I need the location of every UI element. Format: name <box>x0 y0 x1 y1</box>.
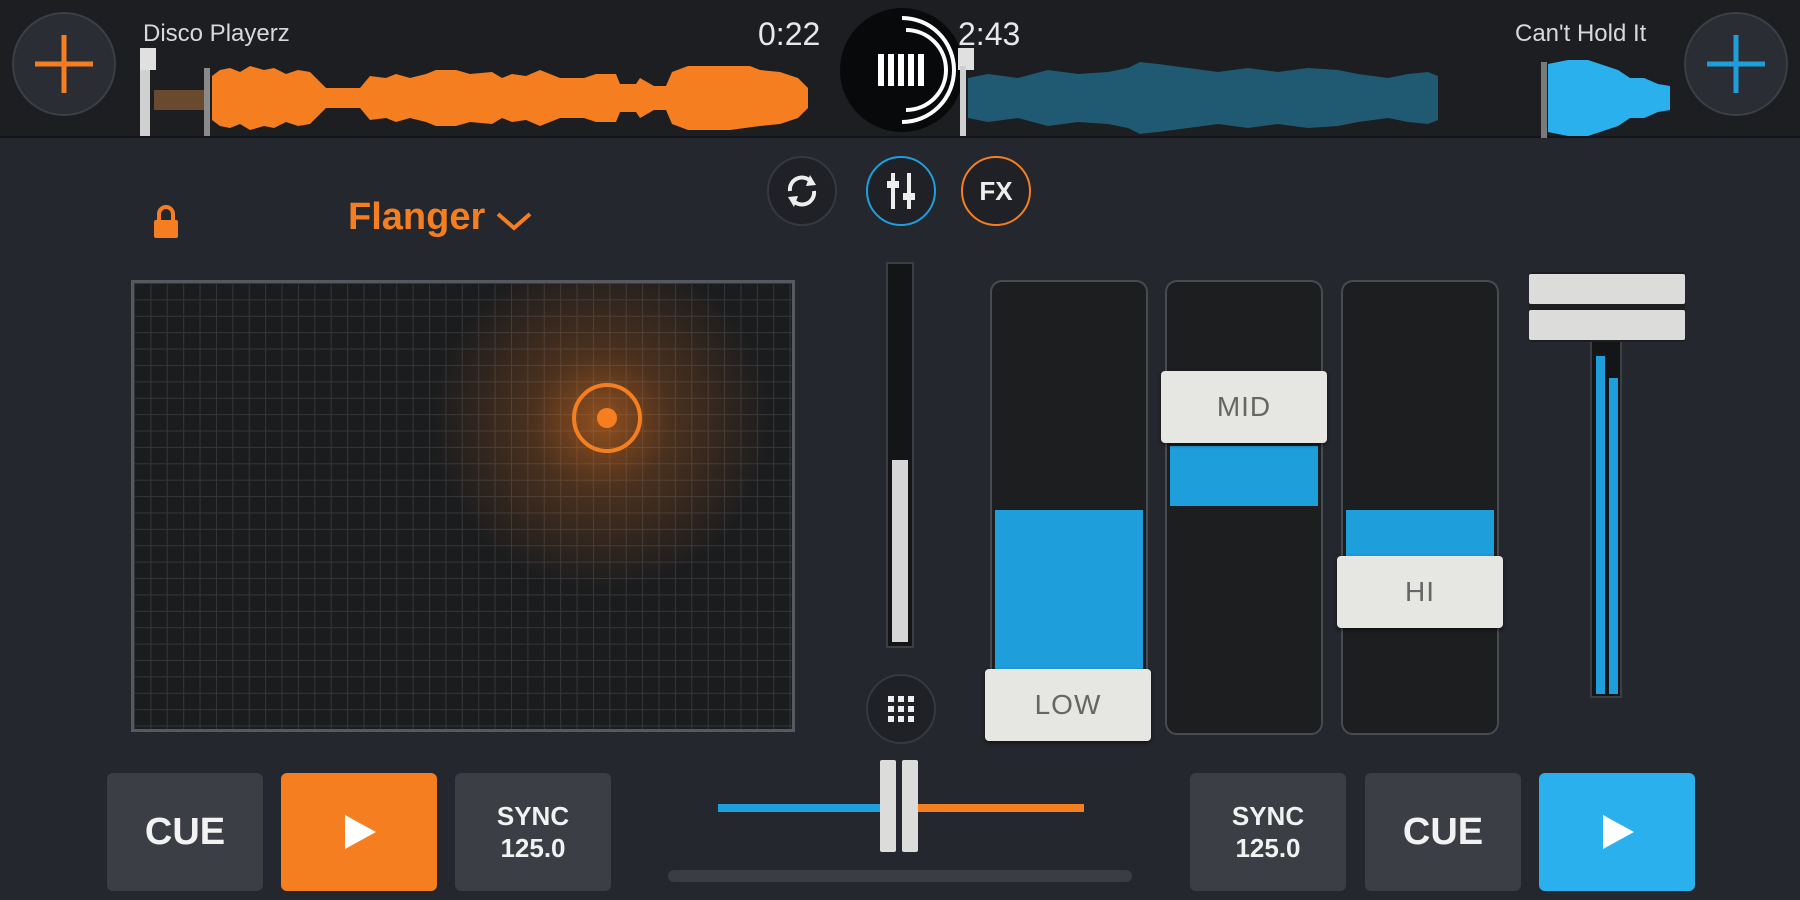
eq-mid-slider[interactable] <box>1165 280 1323 735</box>
sync-loop-icon <box>787 175 817 207</box>
app-logo-icon[interactable] <box>840 8 964 132</box>
crossfader-handle[interactable] <box>880 760 920 852</box>
eq-low-label: LOW <box>1034 689 1102 720</box>
eq-mid-fill <box>1170 446 1318 506</box>
right-track-title: Can't Hold It <box>1515 20 1647 47</box>
volume-fader-handle[interactable] <box>1529 272 1685 342</box>
eq-hi-handle[interactable]: HI <box>1337 556 1503 628</box>
fx-xy-pad[interactable] <box>131 280 795 732</box>
eq-hi-label: HI <box>1405 576 1435 607</box>
effect-selector[interactable]: Flanger <box>348 196 533 239</box>
play-left-button[interactable] <box>281 773 437 891</box>
level-meter-fill <box>892 460 908 642</box>
play-icon <box>345 815 376 849</box>
play-right-button[interactable] <box>1539 773 1695 891</box>
pads-grid-button[interactable] <box>866 674 936 744</box>
crossfader-base <box>668 870 1132 882</box>
sync-right-button[interactable]: SYNC 125.0 <box>1190 773 1346 891</box>
eq-mid-handle[interactable]: MID <box>1161 371 1327 443</box>
right-playhead <box>1541 62 1547 138</box>
right-waveform[interactable] <box>958 48 1678 138</box>
left-waveform[interactable] <box>140 48 820 138</box>
plus-icon <box>35 35 93 93</box>
volume-fader-track[interactable] <box>1590 340 1622 698</box>
cue-left-button[interactable]: CUE <box>107 773 263 891</box>
sync-left-label: SYNC <box>496 801 570 831</box>
grid-icon <box>888 696 914 722</box>
mixer-sliders-icon <box>887 173 915 209</box>
chevron-down-icon <box>496 211 532 231</box>
level-meter <box>886 262 914 648</box>
sync-loop-button[interactable] <box>767 156 837 226</box>
mixer-mode-button[interactable] <box>866 156 936 226</box>
bpm-right: 125.0 <box>1235 833 1301 863</box>
crossfader-left-track <box>718 804 888 812</box>
play-icon <box>1603 815 1634 849</box>
lock-icon[interactable] <box>152 204 180 240</box>
cue-right-label: CUE <box>1402 810 1484 853</box>
crossfader-right-track <box>902 804 1084 812</box>
cue-right-button[interactable]: CUE <box>1365 773 1521 891</box>
eq-low-slider[interactable] <box>990 280 1148 735</box>
fx-mode-button[interactable]: FX <box>961 156 1031 226</box>
eq-low-fill <box>995 510 1143 670</box>
eq-mid-label: MID <box>1216 391 1272 422</box>
cue-left-label: CUE <box>144 810 226 853</box>
volume-meter-left <box>1596 356 1605 694</box>
plus-icon <box>1707 35 1765 93</box>
eq-hi-fill <box>1346 510 1494 556</box>
left-cue-marker <box>140 48 156 70</box>
bpm-left: 125.0 <box>500 833 566 863</box>
left-track-title: Disco Playerz <box>143 20 290 47</box>
eq-low-handle[interactable]: LOW <box>985 669 1151 741</box>
add-track-right-button[interactable] <box>1684 12 1788 116</box>
sync-right-label: SYNC <box>1231 801 1305 831</box>
sync-left-button[interactable]: SYNC 125.0 <box>455 773 611 891</box>
left-playhead <box>204 68 210 136</box>
xy-pad-cursor[interactable] <box>570 381 644 455</box>
eq-hi-slider[interactable] <box>1341 280 1499 735</box>
add-track-left-button[interactable] <box>12 12 116 116</box>
effect-name: Flanger <box>348 196 486 238</box>
fx-icon: FX <box>979 175 1013 206</box>
volume-meter-right <box>1609 378 1618 694</box>
